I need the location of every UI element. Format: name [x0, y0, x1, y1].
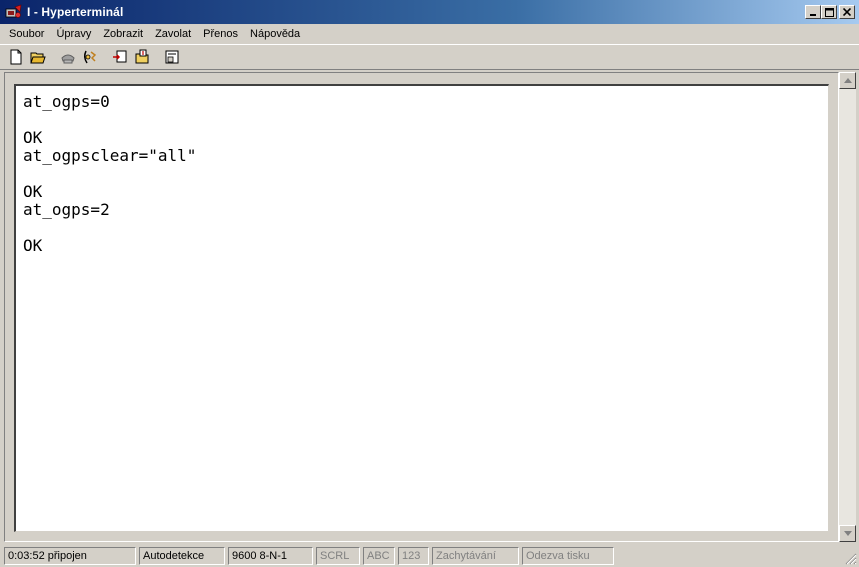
connect-button[interactable]: [57, 47, 79, 68]
new-icon: [10, 49, 22, 65]
send-file-icon: [113, 50, 127, 63]
menu-zobrazit[interactable]: Zobrazit: [97, 28, 149, 40]
maximize-icon: [824, 7, 834, 17]
terminal-line: at_ogps=0: [23, 92, 110, 111]
send-button[interactable]: [109, 47, 131, 68]
arrow-up-icon: [843, 78, 852, 83]
scroll-down-button[interactable]: [839, 525, 856, 542]
menu-bar: Soubor Úpravy Zobrazit Zavolat Přenos Ná…: [0, 24, 859, 43]
close-button[interactable]: [839, 5, 855, 19]
receive-file-icon: [135, 49, 149, 64]
properties-icon: [165, 50, 179, 64]
status-capture: Zachytávání: [432, 546, 519, 565]
terminal-line: OK: [23, 182, 43, 201]
window-title: I - Hyperterminál: [27, 5, 124, 19]
phone-icon: [61, 54, 75, 64]
terminal-line: OK: [23, 128, 43, 147]
status-scroll-lock: SCRL: [316, 546, 360, 565]
vertical-scrollbar[interactable]: [839, 72, 856, 542]
properties-button[interactable]: [161, 47, 183, 68]
menu-prenos[interactable]: Přenos: [197, 28, 244, 40]
maximize-button[interactable]: [821, 5, 837, 19]
status-caps-lock: ABC: [363, 546, 395, 565]
status-num-lock: 123: [398, 546, 429, 565]
toolbar: [0, 44, 859, 70]
status-port-settings: 9600 8-N-1: [228, 546, 313, 565]
terminal-line: at_ogpsclear="all": [23, 146, 197, 165]
open-icon: [30, 52, 46, 64]
resize-grip-icon[interactable]: [845, 553, 857, 565]
terminal-output[interactable]: at_ogps=0 OK at_ogpsclear="all" OK at_og…: [14, 84, 829, 532]
scroll-up-button[interactable]: [839, 72, 856, 89]
menu-napoveda[interactable]: Nápověda: [244, 28, 306, 40]
terminal-line: at_ogps=2: [23, 200, 110, 219]
open-button[interactable]: [27, 47, 49, 68]
minimize-button[interactable]: [805, 5, 821, 19]
arrow-down-icon: [843, 531, 852, 536]
menu-zavolat[interactable]: Zavolat: [149, 28, 197, 40]
hangup-icon: [83, 50, 97, 64]
menu-upravy[interactable]: Úpravy: [50, 28, 97, 40]
terminal-line: OK: [23, 236, 43, 255]
disconnect-button[interactable]: [79, 47, 101, 68]
title-bar[interactable]: I - Hyperterminál: [0, 0, 859, 24]
status-connection: 0:03:52 připojen: [4, 546, 136, 565]
status-detection: Autodetekce: [139, 546, 225, 565]
new-button[interactable]: [5, 47, 27, 68]
window-controls: [805, 5, 855, 19]
status-print-echo: Odezva tisku: [522, 546, 614, 565]
status-bar: 0:03:52 připojen Autodetekce 9600 8-N-1 …: [0, 544, 859, 567]
hyperterminal-app-icon[interactable]: [5, 4, 23, 20]
receive-button[interactable]: [131, 47, 153, 68]
menu-soubor[interactable]: Soubor: [3, 28, 50, 40]
close-icon: [843, 8, 851, 16]
minimize-icon: [810, 14, 816, 16]
